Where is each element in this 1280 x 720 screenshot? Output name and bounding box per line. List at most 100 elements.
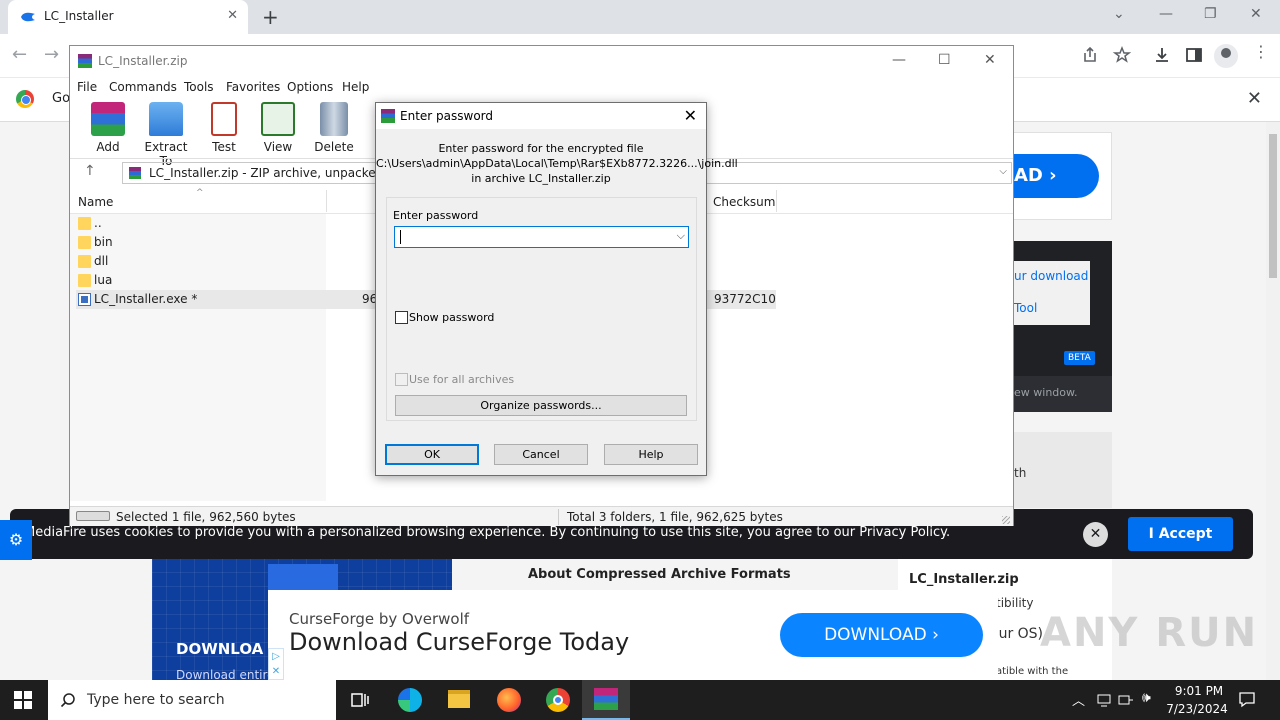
view-book-icon — [261, 102, 295, 136]
minimize-icon[interactable]: — — [1159, 6, 1173, 22]
password-input[interactable]: ⌵ — [394, 226, 689, 248]
promo-subtitle: Download entire — [176, 668, 275, 680]
winrar-maximize-icon[interactable]: ☐ — [938, 52, 951, 68]
chrome-menu-icon[interactable]: ⋮ — [1253, 42, 1269, 61]
use-for-all-checkbox[interactable] — [395, 373, 408, 386]
file-name: lua — [94, 273, 113, 287]
winrar-titlebar: LC_Installer.zip — ☐ ✕ — [70, 46, 1013, 76]
winrar-close-icon[interactable]: ✕ — [984, 52, 996, 68]
side-menu-download-link[interactable]: ur download — [1014, 269, 1088, 283]
profile-avatar[interactable] — [1214, 44, 1238, 68]
winrar-minimize-icon[interactable]: — — [892, 52, 906, 68]
menu-help[interactable]: Help — [342, 80, 369, 94]
chevron-up-icon[interactable]: ︿ — [1072, 690, 1085, 709]
sidebar-icon[interactable] — [1183, 44, 1205, 66]
infobar-text: Go — [52, 91, 71, 106]
chrome-taskbar-icon[interactable] — [546, 688, 570, 712]
ok-button[interactable]: OK — [385, 444, 479, 465]
close-window-icon[interactable]: ✕ — [1250, 6, 1262, 22]
extract-folder-icon — [149, 102, 183, 136]
windows-start-icon[interactable] — [14, 691, 32, 709]
view-button[interactable]: View — [250, 102, 306, 154]
chevron-down-icon[interactable]: ⌵ — [677, 229, 685, 243]
add-button[interactable]: Add — [80, 102, 136, 154]
delete-bin-icon — [320, 102, 348, 136]
menu-tools[interactable]: Tools — [184, 80, 214, 94]
page-scrollbar[interactable] — [1266, 122, 1280, 680]
test-button[interactable]: Test — [196, 102, 252, 154]
clock-date[interactable]: 7/23/2024 — [1166, 702, 1228, 716]
winrar-taskbar-button[interactable] — [582, 680, 630, 720]
taskbar-search-box[interactable]: Type here to search — [48, 680, 336, 720]
cookie-close-button[interactable]: ✕ — [1083, 522, 1108, 547]
dialog-message: Enter password for the encrypted file C:… — [376, 141, 738, 186]
delete-button[interactable]: Delete — [306, 102, 362, 154]
column-checksum[interactable]: Checksum — [713, 195, 775, 209]
maximize-icon[interactable]: ❐ — [1204, 6, 1217, 22]
side-menu-tool-link[interactable]: Tool — [1014, 301, 1037, 315]
share-icon[interactable] — [1079, 44, 1101, 66]
firefox-icon[interactable] — [497, 688, 521, 712]
clock-time[interactable]: 9:01 PM — [1170, 684, 1228, 698]
file-name: bin — [94, 235, 113, 249]
menu-options[interactable]: Options — [287, 80, 333, 94]
ad-download-label: DOWNLOAD — [824, 625, 927, 645]
winrar-title: LC_Installer.zip — [98, 54, 188, 68]
network-icon[interactable] — [1096, 692, 1112, 708]
file-explorer-icon[interactable] — [448, 690, 470, 708]
chevron-down-icon[interactable]: ⌵ — [999, 166, 1007, 177]
cookie-settings-icon[interactable]: ⚙ — [0, 520, 32, 560]
message-archive: in archive LC_Installer.zip — [471, 172, 611, 185]
file-name-heading: LC_Installer.zip — [909, 572, 1019, 587]
notification-icon[interactable] — [1238, 690, 1256, 708]
column-name[interactable]: Name — [78, 195, 113, 209]
status-total: Total 3 folders, 1 file, 962,625 bytes — [567, 510, 783, 524]
menu-favorites[interactable]: Favorites — [226, 80, 280, 94]
adchoices-icon[interactable]: ▷ ✕ — [268, 648, 284, 680]
volume-icon[interactable]: 🕪 — [1142, 690, 1151, 706]
forward-icon[interactable]: → — [44, 44, 59, 65]
path-text: LC_Installer.zip - ZIP archive, unpacked… — [149, 166, 411, 180]
show-password-checkbox[interactable] — [395, 311, 408, 324]
tab-search-icon[interactable]: ⌄ — [1113, 6, 1125, 22]
download-icon[interactable] — [1151, 44, 1173, 66]
resize-grip-icon[interactable] — [1002, 516, 1010, 524]
message-line-1: Enter password for the encrypted file — [438, 142, 644, 155]
cookie-accept-button[interactable]: I Accept — [1128, 517, 1233, 551]
tab-close-icon[interactable]: ✕ — [227, 8, 238, 23]
exe-file-icon — [78, 293, 91, 306]
winrar-app-icon — [78, 54, 92, 68]
dialog-close-icon[interactable]: ✕ — [684, 106, 697, 125]
show-password-label[interactable]: Show password — [409, 311, 494, 324]
menu-commands[interactable]: Commands — [109, 80, 177, 94]
organize-passwords-button[interactable]: Organize passwords... — [395, 395, 687, 416]
download-button[interactable]: AD › — [1006, 154, 1099, 198]
edge-icon[interactable] — [398, 688, 422, 712]
side-menu: ur download Tool — [1014, 261, 1090, 325]
drive-icon[interactable] — [76, 511, 110, 521]
winrar-statusbar: Selected 1 file, 962,560 bytes Total 3 f… — [70, 506, 1013, 526]
star-icon[interactable] — [1111, 44, 1133, 66]
ad-download-button[interactable]: DOWNLOAD › — [780, 613, 983, 657]
search-placeholder: Type here to search — [87, 692, 225, 708]
sort-arrow-icon: ^ — [196, 188, 204, 198]
download-button-label: AD — [1014, 165, 1043, 186]
cancel-button[interactable]: Cancel — [494, 444, 588, 465]
search-icon — [60, 693, 75, 708]
menu-file[interactable]: File — [77, 80, 97, 94]
infobar-close-icon[interactable]: ✕ — [1247, 88, 1262, 109]
folder-icon — [78, 236, 91, 249]
scrollbar-thumb[interactable] — [1269, 134, 1277, 278]
file-name: LC_Installer.exe * — [94, 292, 198, 306]
add-label: Add — [96, 140, 120, 154]
anyrun-watermark: ANY RUN — [1040, 610, 1259, 656]
ethernet-icon[interactable] — [1118, 692, 1134, 708]
help-button[interactable]: Help — [604, 444, 698, 465]
new-tab-button[interactable]: + — [262, 5, 279, 29]
task-view-icon[interactable] — [350, 690, 370, 710]
file-checksum: 93772C10 — [714, 292, 776, 306]
up-folder-icon[interactable]: ↑ — [84, 163, 96, 179]
back-icon[interactable]: ← — [12, 44, 27, 65]
file-name: dll — [94, 254, 109, 268]
browser-tab[interactable]: LC_Installer ✕ — [8, 0, 248, 34]
